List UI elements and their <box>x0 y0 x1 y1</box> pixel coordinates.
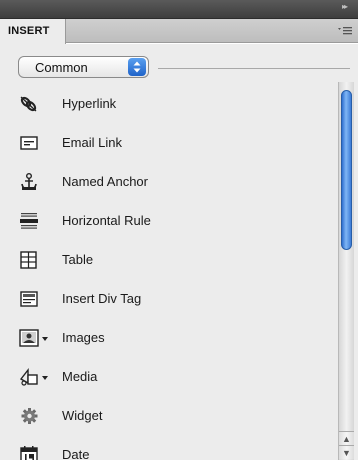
list-item-label: Images <box>62 330 105 345</box>
category-select-value: Common <box>35 60 88 75</box>
hyperlink-icon <box>18 94 40 114</box>
category-select[interactable]: Common <box>18 56 149 78</box>
list-item-email-link[interactable]: Email Link <box>0 127 336 157</box>
horizontal-rule-icon <box>18 211 40 231</box>
email-icon <box>18 133 40 153</box>
scroll-down-icon[interactable]: ▼ <box>339 445 354 459</box>
list-item-date[interactable]: Date <box>0 439 336 460</box>
list-item-label: Insert Div Tag <box>62 291 142 306</box>
list-item-label: Horizontal Rule <box>62 213 151 228</box>
list-item-widget[interactable]: Widget <box>0 400 336 430</box>
panel-title-bar: ▸▸ <box>0 0 358 19</box>
list-item-insert-div-tag[interactable]: Insert Div Tag <box>0 283 336 313</box>
table-icon <box>18 250 40 270</box>
list-item-label: Date <box>62 447 90 460</box>
list-item-named-anchor[interactable]: Named Anchor <box>0 166 336 196</box>
scroll-thumb[interactable] <box>341 90 352 250</box>
list-item-label: Email Link <box>62 135 122 150</box>
vertical-scrollbar[interactable]: ▲ ▼ <box>338 82 354 460</box>
list-item-images[interactable]: Images <box>0 322 336 352</box>
list-item-horizontal-rule[interactable]: Horizontal Rule <box>0 205 336 235</box>
gear-icon <box>18 406 40 426</box>
list-item-label: Hyperlink <box>62 96 117 111</box>
panel-options-menu-icon[interactable] <box>338 25 352 37</box>
list-item-label: Widget <box>62 408 103 423</box>
list-item-table[interactable]: Table <box>0 244 336 274</box>
insert-items-list: Hyperlink Email Link Named Anchor Horizo… <box>0 88 336 460</box>
collapse-icon[interactable]: ▸▸ <box>342 2 352 12</box>
anchor-icon <box>18 172 40 192</box>
list-item-label: Named Anchor <box>62 174 148 189</box>
scroll-up-icon[interactable]: ▲ <box>339 431 354 445</box>
media-icon <box>18 367 54 387</box>
tab-insert[interactable]: INSERT <box>0 19 66 44</box>
list-item-label: Table <box>62 252 94 267</box>
insert-panel-content: Common Hyperlink Email Link Named Anchor… <box>0 44 358 460</box>
tab-insert-label: INSERT <box>8 25 50 37</box>
select-arrows-icon[interactable] <box>128 58 146 76</box>
div-tag-icon <box>18 289 40 309</box>
list-item-hyperlink[interactable]: Hyperlink <box>0 88 336 118</box>
panel-tab-bar: INSERT <box>0 19 358 44</box>
list-item-media[interactable]: Media <box>0 361 336 391</box>
header-divider <box>158 68 350 69</box>
image-icon <box>18 328 54 348</box>
list-item-label: Media <box>62 369 98 384</box>
calendar-icon <box>18 445 40 460</box>
